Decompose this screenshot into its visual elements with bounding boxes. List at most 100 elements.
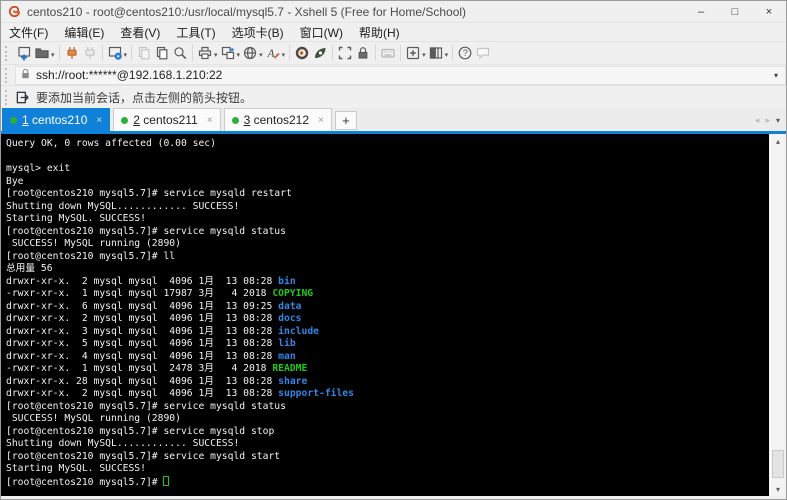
tab-centos212[interactable]: 3 centos212× (224, 108, 332, 131)
menu-item-edit[interactable]: 编辑(E) (56, 23, 112, 42)
toolbar-separator (400, 45, 401, 61)
transfer-dropdown-icon[interactable]: ▾ (237, 52, 241, 59)
paste-icon[interactable] (153, 43, 171, 64)
terminal-line: drwxr-xr-x. 3 mysql mysql 4096 1月 13 08:… (6, 326, 769, 339)
terminal-line: Shutting down MySQL............ SUCCESS! (6, 201, 769, 214)
terminal-line: [root@centos210 mysql5.7]# ll (6, 251, 769, 264)
print-dropdown-icon[interactable]: ▾ (214, 52, 218, 59)
terminal-line: drwxr-xr-x. 28 mysql mysql 4096 1月 13 08… (6, 376, 769, 389)
address-bar-grip[interactable] (5, 68, 10, 83)
session-properties-dropdown-icon[interactable]: ▾ (124, 52, 128, 59)
new-tab-dropdown-icon[interactable]: ▾ (422, 52, 426, 59)
lock-icon[interactable] (354, 43, 372, 64)
address-value: ssh://root:******@192.168.1.210:22 (36, 68, 771, 82)
xagent-icon[interactable] (293, 43, 311, 64)
new-tab-icon[interactable] (404, 43, 422, 64)
help-icon[interactable]: ? (456, 43, 474, 64)
tab-bar: 1 centos210×2 centos211×3 centos212× + ◂… (1, 108, 786, 131)
terminal-line: mysql> exit (6, 163, 769, 176)
menu-item-file[interactable]: 文件(F) (1, 23, 56, 42)
scroll-down-icon[interactable]: ▾ (771, 482, 785, 496)
session-properties-icon[interactable] (106, 43, 124, 64)
fullscreen-icon[interactable] (336, 43, 354, 64)
toolbar-grip[interactable] (5, 46, 10, 61)
tab-scroll-left-icon[interactable]: ◂ (755, 115, 760, 126)
connected-status-dot (232, 117, 239, 124)
terminal-cursor (163, 476, 169, 486)
session-hint-bar: 要添加当前会话，点击左侧的箭头按钮。 (1, 85, 786, 108)
print-icon[interactable] (196, 43, 214, 64)
toolbar-separator (192, 45, 193, 61)
menu-item-tab[interactable]: 选项卡(B) (224, 23, 292, 42)
terminal-line: Bye (6, 176, 769, 189)
scroll-up-icon[interactable]: ▴ (771, 134, 785, 148)
tab-close-icon[interactable]: × (318, 115, 324, 126)
terminal-line: drwxr-xr-x. 2 mysql mysql 4096 1月 13 08:… (6, 276, 769, 289)
reconnect-icon[interactable] (63, 43, 81, 64)
close-button[interactable]: × (752, 2, 786, 22)
xftp-icon[interactable] (311, 43, 329, 64)
address-dropdown-icon[interactable]: ▾ (771, 71, 781, 80)
terminal-line: drwxr-xr-x. 2 mysql mysql 4096 1月 13 08:… (6, 313, 769, 326)
menu-item-help[interactable]: 帮助(H) (351, 23, 408, 42)
terminal[interactable]: Query OK, 0 rows affected (0.00 sec)mysq… (1, 134, 769, 496)
svg-text:A: A (266, 48, 275, 60)
tab-scroll-right-icon[interactable]: ▸ (765, 115, 770, 126)
font-dropdown-icon[interactable]: ▾ (282, 52, 286, 59)
open-folder-icon[interactable] (33, 43, 51, 64)
terminal-line: [root@centos210 mysql5.7]# (6, 476, 769, 489)
terminal-line: SUCCESS! MySQL running (2890) (6, 413, 769, 426)
toolbar-separator (289, 45, 290, 61)
session-hint-text: 要添加当前会话，点击左侧的箭头按钮。 (36, 89, 252, 106)
terminal-line: [root@centos210 mysql5.7]# service mysql… (6, 426, 769, 439)
terminal-line: drwxr-xr-x. 4 mysql mysql 4096 1月 13 08:… (6, 351, 769, 364)
toolbar-separator (375, 45, 376, 61)
tab-close-icon[interactable]: × (207, 115, 213, 126)
connected-status-dot (121, 117, 128, 124)
keyboard-icon (379, 43, 397, 64)
terminal-line: drwxr-xr-x. 5 mysql mysql 4096 1月 13 08:… (6, 338, 769, 351)
address-input[interactable]: ssh://root:******@192.168.1.210:22 ▾ (15, 66, 786, 85)
menu-item-window[interactable]: 窗口(W) (292, 23, 351, 42)
toolbar-separator (102, 45, 103, 61)
new-session-icon[interactable] (15, 43, 33, 64)
toolbar-separator (452, 45, 453, 61)
tab-centos210[interactable]: 1 centos210× (2, 108, 110, 131)
add-session-button[interactable] (15, 90, 30, 105)
menu-item-tools[interactable]: 工具(T) (168, 23, 223, 42)
web-dropdown-icon[interactable]: ▾ (259, 52, 263, 59)
terminal-line: -rwxr-xr-x. 1 mysql mysql 17987 3月 4 201… (6, 288, 769, 301)
maximize-button[interactable]: □ (718, 2, 752, 22)
tab-centos211[interactable]: 2 centos211× (113, 108, 220, 131)
terminal-line: [root@centos210 mysql5.7]# service mysql… (6, 188, 769, 201)
menu-item-view[interactable]: 查看(V) (112, 23, 168, 42)
find-icon[interactable] (171, 43, 189, 64)
disconnect-icon (81, 43, 99, 64)
tab-close-icon[interactable]: × (96, 115, 102, 126)
terminal-line: 总用量 56 (6, 263, 769, 276)
title-bar: centos210 - root@centos210:/usr/local/my… (1, 1, 786, 22)
terminal-line: [root@centos210 mysql5.7]# service mysql… (6, 226, 769, 239)
feedback-icon (474, 43, 492, 64)
ssl-lock-icon (20, 68, 31, 83)
toolbar-separator (59, 45, 60, 61)
transfer-icon[interactable] (219, 43, 237, 64)
session-bar-grip[interactable] (5, 90, 10, 105)
menu-bar: 文件(F)编辑(E)查看(V)工具(T)选项卡(B)窗口(W)帮助(H) (1, 22, 786, 41)
toolbar-separator (332, 45, 333, 61)
web-icon[interactable] (241, 43, 259, 64)
font-icon[interactable]: A (264, 43, 282, 64)
svg-text:?: ? (463, 48, 468, 58)
terminal-line: Shutting down MySQL............ SUCCESS! (6, 438, 769, 451)
terminal-scrollbar[interactable]: ▴ ▾ (770, 134, 785, 496)
scrollbar-thumb[interactable] (772, 450, 784, 478)
terminal-line: [root@centos210 mysql5.7]# service mysql… (6, 401, 769, 414)
tab-list-dropdown-icon[interactable]: ▾ (776, 116, 780, 125)
tab-navigation: ◂ ▸ ▾ (755, 115, 786, 126)
open-folder-dropdown-icon[interactable]: ▾ (51, 52, 55, 59)
new-tab-button[interactable]: + (335, 111, 357, 130)
terminal-line: drwxr-xr-x. 6 mysql mysql 4096 1月 13 09:… (6, 301, 769, 314)
minimize-button[interactable]: – (684, 2, 718, 22)
layout-icon[interactable] (427, 43, 445, 64)
layout-dropdown-icon[interactable]: ▾ (445, 52, 449, 59)
